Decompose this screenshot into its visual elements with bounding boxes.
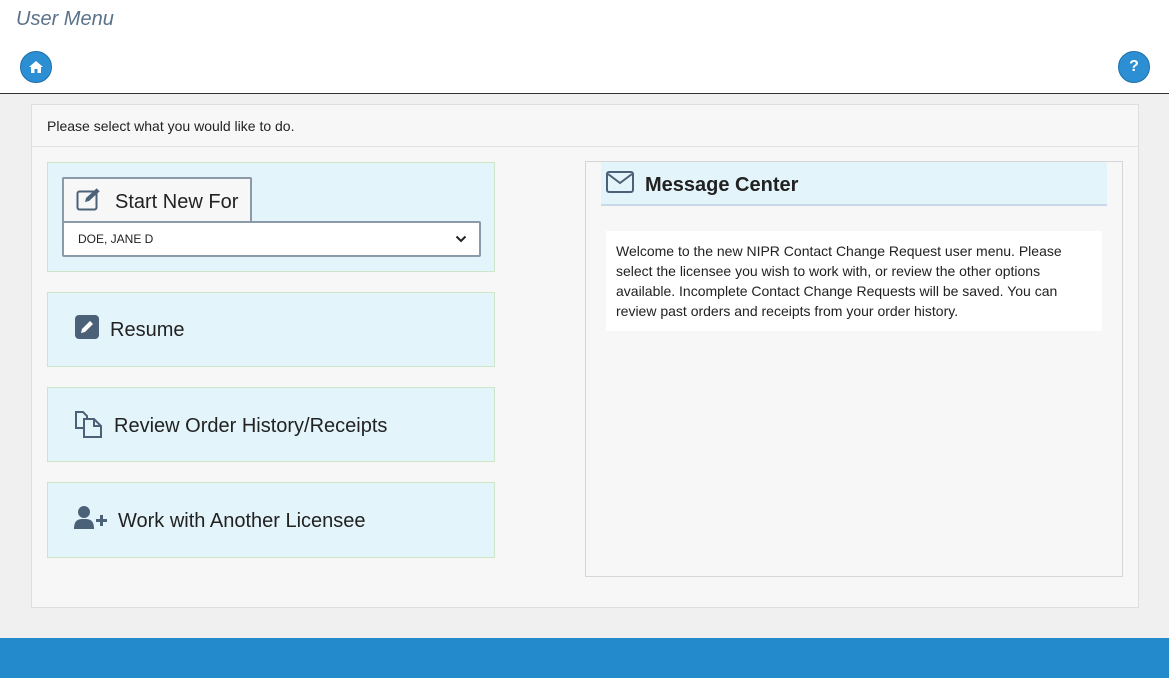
resume-label: Resume — [110, 319, 185, 341]
order-history-button[interactable]: Review Order History/Receipts — [47, 387, 495, 462]
chevron-down-icon — [455, 235, 467, 243]
message-center: Message Center Welcome to the new NIPR C… — [585, 161, 1123, 577]
order-history-label: Review Order History/Receipts — [114, 415, 388, 437]
user-add-icon — [74, 506, 107, 529]
resume-button[interactable]: Resume — [47, 292, 495, 367]
edit-square-icon — [76, 187, 101, 211]
licensee-select-value: DOE, JANE D — [78, 232, 154, 246]
main-panel: Please select what you would like to do.… — [31, 104, 1139, 608]
header: User Menu ? — [0, 0, 1169, 94]
start-new-tab: Start New For — [62, 177, 252, 223]
help-icon: ? — [1129, 58, 1139, 75]
page-title: User Menu — [16, 8, 114, 30]
licensee-select[interactable]: DOE, JANE D — [62, 221, 481, 257]
another-licensee-label: Work with Another Licensee — [118, 510, 366, 532]
envelope-icon — [606, 171, 634, 193]
instruction-text: Please select what you would like to do. — [47, 118, 295, 134]
message-center-header: Message Center — [601, 162, 1107, 206]
another-licensee-button[interactable]: Work with Another Licensee — [47, 482, 495, 558]
help-button[interactable]: ? — [1118, 51, 1150, 83]
home-icon — [29, 61, 43, 73]
start-new-label: Start New For — [115, 191, 239, 213]
pencil-square-icon — [75, 315, 99, 339]
message-center-title: Message Center — [645, 174, 799, 196]
start-new-card: Start New For DOE, JANE D — [47, 162, 495, 272]
instruction-bar: Please select what you would like to do. — [32, 105, 1138, 147]
message-center-body: Welcome to the new NIPR Contact Change R… — [606, 231, 1102, 331]
home-button[interactable] — [20, 51, 52, 83]
copy-documents-icon — [75, 411, 102, 438]
footer — [0, 638, 1169, 678]
